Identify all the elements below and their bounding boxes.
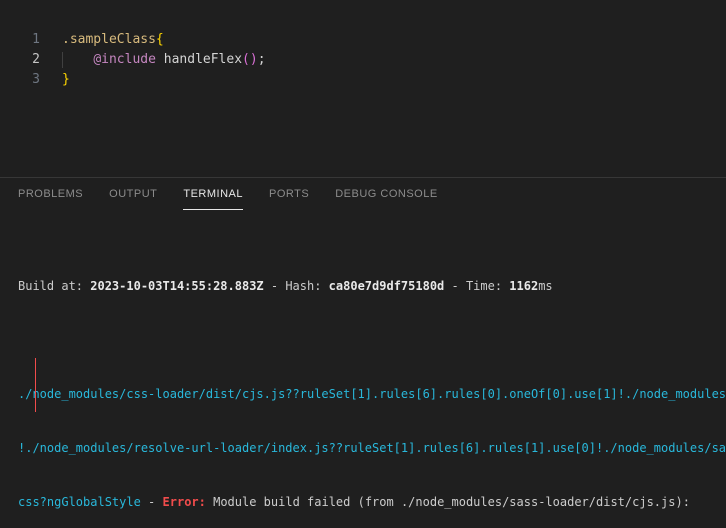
tab-debug-console-label: DEBUG CONSOLE: [335, 187, 438, 200]
error-message: Module build failed (from ./node_modules…: [205, 495, 690, 509]
build-at-label: Build at:: [18, 279, 91, 293]
tab-ports-label: PORTS: [269, 187, 310, 200]
open-paren: (: [242, 52, 250, 67]
at-include-keyword: @include: [93, 52, 156, 67]
open-brace: {: [155, 32, 164, 47]
editor-code-line-1: .sampleClass{: [62, 30, 164, 50]
semicolon: ;: [257, 52, 266, 67]
tab-output[interactable]: OUTPUT: [109, 178, 157, 210]
vscode-window: 1 .sampleClass{ 2 @include handleFlex();…: [0, 0, 726, 528]
editor-code-line-2: @include handleFlex();: [62, 50, 266, 70]
tab-debug-console[interactable]: DEBUG CONSOLE: [335, 178, 437, 210]
css-class-selector: .sampleClass: [62, 32, 156, 47]
line-number-2: 2: [32, 52, 40, 67]
editor-line-1[interactable]: 1 .sampleClass{: [0, 30, 726, 50]
build-time-value: 1162: [509, 279, 539, 293]
indent-guide: [62, 52, 63, 68]
build-timestamp: 2023-10-03T14:55:28.883Z: [90, 279, 264, 293]
tab-terminal-label: TERMINAL: [183, 187, 243, 200]
editor-line-2[interactable]: 2 @include handleFlex();: [0, 50, 726, 70]
error-file-ref: css?ngGlobalStyle: [18, 495, 141, 509]
close-brace: }: [62, 72, 70, 87]
tab-terminal[interactable]: TERMINAL: [183, 178, 243, 210]
editor-lines: 1 .sampleClass{ 2 @include handleFlex();…: [0, 30, 726, 90]
hash-label: - Hash:: [263, 279, 329, 293]
tab-problems-label: PROBLEMS: [18, 187, 84, 200]
line-number-3: 3: [32, 72, 40, 87]
editor-code-line-3: }: [62, 70, 70, 90]
snippet-gutter-line: [35, 358, 36, 412]
editor-line-3[interactable]: 3 }: [0, 70, 726, 90]
webpack-error-line-3: css?ngGlobalStyle - Error: Module build …: [18, 493, 726, 511]
webpack-error-line-1: ./node_modules/css-loader/dist/cjs.js??r…: [18, 387, 726, 401]
error-label: Error:: [162, 495, 206, 509]
build-hash: ca80e7d9df75180d: [328, 279, 445, 293]
build-status-line: Build at: 2023-10-03T14:55:28.883Z - Has…: [18, 277, 726, 295]
code-editor[interactable]: 1 .sampleClass{ 2 @include handleFlex();…: [0, 0, 726, 177]
build-time-unit: ms: [538, 279, 553, 293]
time-label: - Time:: [444, 279, 510, 293]
separator: -: [140, 495, 163, 509]
panel-tab-bar: PROBLEMS OUTPUT TERMINAL PORTS DEBUG CON…: [0, 178, 726, 210]
tab-problems[interactable]: PROBLEMS: [18, 178, 83, 210]
tab-output-label: OUTPUT: [109, 187, 158, 200]
tab-ports[interactable]: PORTS: [269, 178, 309, 210]
mixin-name: handleFlex: [163, 52, 243, 67]
close-paren: ): [249, 52, 258, 67]
webpack-error-line-2: !./node_modules/resolve-url-loader/index…: [18, 441, 726, 455]
line-number-1: 1: [32, 32, 40, 47]
terminal-output[interactable]: Build at: 2023-10-03T14:55:28.883Z - Has…: [18, 241, 726, 528]
